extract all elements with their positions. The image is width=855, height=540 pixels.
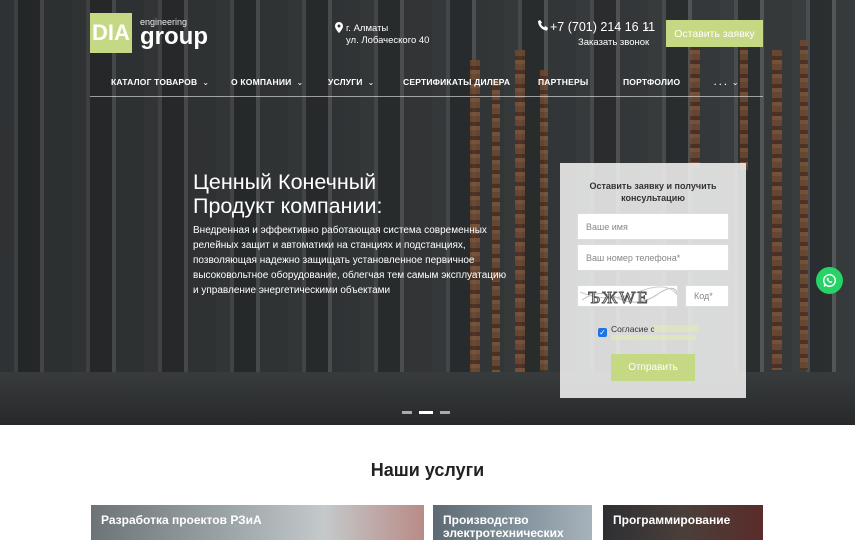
hero-title: Ценный Конечный Продукт компании: — [193, 170, 473, 218]
chevron-down-icon: ⌄ — [202, 77, 210, 87]
phone-number[interactable]: +7 (701) 214 16 11 — [550, 20, 655, 34]
agree-label: Согласие с — [611, 324, 655, 334]
captcha-code-input[interactable]: Код* — [685, 285, 729, 307]
captcha-image: ЪЖWE — [577, 285, 678, 307]
chevron-down-icon: ⌄ — [296, 77, 304, 87]
nav-label: ПОРТФОЛИО — [623, 77, 681, 87]
location-pin-icon — [335, 22, 343, 36]
phone-input[interactable]: Ваш номер телефона* — [577, 244, 729, 271]
nav-item-portfolio[interactable]: ПОРТФОЛИО — [623, 76, 680, 88]
agree-checkbox[interactable]: ✓ — [598, 328, 607, 337]
service-card-programming[interactable]: Программирование — [603, 505, 763, 540]
service-card-rza[interactable]: Разработка проектов РЗиА — [91, 505, 424, 540]
nav-divider — [90, 96, 763, 97]
services-title: Наши услуги — [370, 460, 485, 480]
chevron-down-icon: ⌄ — [731, 77, 739, 87]
slider-dot[interactable] — [440, 411, 450, 414]
leave-request-button[interactable]: Оставить заявку — [666, 20, 763, 47]
slider-dot-active[interactable] — [419, 411, 433, 414]
name-input[interactable]: Ваше имя — [577, 213, 729, 240]
service-card-production[interactable]: Производство электротехнических — [433, 505, 592, 540]
whatsapp-icon[interactable] — [816, 267, 843, 294]
chevron-down-icon: ⌄ — [367, 77, 375, 87]
hero-title-line: Ценный Конечный — [193, 170, 377, 194]
callback-link[interactable]: Заказать звонок — [578, 37, 649, 48]
nav-label: СЕРТИФИКАТЫ ДИЛЕРА — [403, 77, 511, 87]
address-city: г. Алматы — [346, 23, 389, 34]
nav-label: УСЛУГИ — [328, 77, 363, 87]
nav-item-about[interactable]: О КОМПАНИИ ⌄ — [231, 76, 303, 88]
form-title: Оставить заявку и получить консультацию — [589, 181, 717, 203]
phone-icon — [538, 20, 548, 34]
nav-item-more[interactable]: . . . ⌄ — [714, 76, 739, 88]
service-card-label: Разработка проектов РЗиА — [101, 513, 262, 527]
service-card-label: Производство электротехнических — [443, 513, 564, 540]
nav-item-catalog[interactable]: КАТАЛОГ ТОВАРОВ ⌄ — [111, 76, 209, 88]
nav-label: КАТАЛОГ ТОВАРОВ — [111, 77, 198, 87]
logo-name[interactable]: group — [140, 23, 208, 51]
agree-link[interactable] — [654, 325, 699, 332]
slider-dot[interactable] — [402, 411, 412, 414]
nav-item-services[interactable]: УСЛУГИ ⌄ — [328, 76, 375, 88]
nav-label: ПАРТНЕРЫ — [538, 77, 589, 87]
captcha-text: ЪЖWE — [588, 288, 650, 307]
logo[interactable]: DIA — [90, 13, 132, 53]
nav-item-certificates[interactable]: СЕРТИФИКАТЫ ДИЛЕРА — [403, 76, 510, 88]
nav-label: . . . — [714, 77, 727, 87]
service-card-label: Программирование — [613, 513, 731, 527]
nav-label: О КОМПАНИИ — [231, 77, 292, 87]
address-street: ул. Лобаческого 40 — [346, 35, 430, 46]
nav-item-partners[interactable]: ПАРТНЕРЫ — [538, 76, 588, 88]
hero-title-line: Продукт компании: — [193, 194, 383, 218]
hero-description: Внедренная и эффективно работающая систе… — [193, 225, 507, 296]
chevron-down-icon[interactable]: ⌄ — [643, 21, 651, 32]
agree-link-continued[interactable] — [611, 335, 696, 340]
submit-button[interactable]: Отправить — [611, 354, 695, 381]
